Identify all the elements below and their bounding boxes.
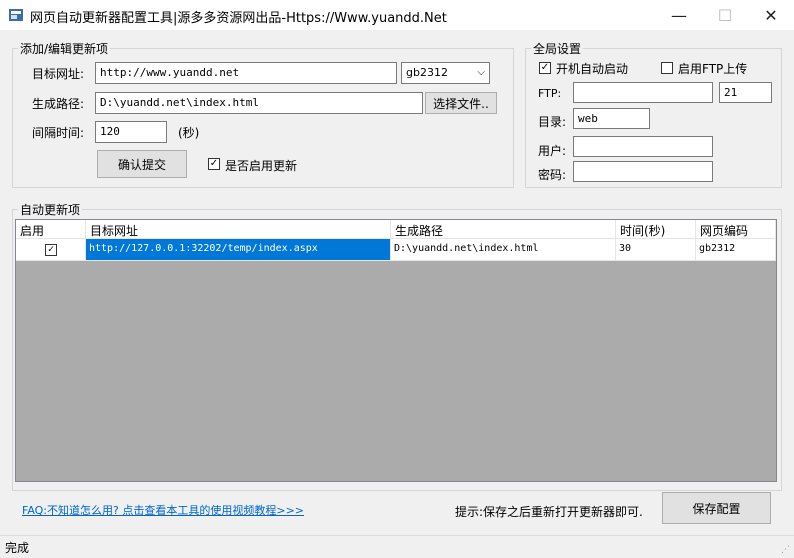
interval-unit-label: (秒) <box>178 126 200 140</box>
auto-update-title: 自动更新项 <box>18 201 83 218</box>
chevron-down-icon: ⌵ <box>477 67 485 78</box>
encoding-select-value: gb2312 <box>406 66 448 79</box>
check-icon: ✓ <box>47 244 55 255</box>
browse-file-button[interactable]: 选择文件.. <box>425 92 497 114</box>
column-header-path[interactable]: 生成路径 <box>391 220 616 239</box>
global-settings-title: 全局设置 <box>531 40 584 57</box>
status-text: 完成 <box>5 541 30 555</box>
ftp-upload-label: 启用FTP上传 <box>678 62 748 76</box>
row-path-cell[interactable]: D:\yuandd.net\index.html <box>391 239 616 261</box>
add-edit-group-title: 添加/编辑更新项 <box>18 40 111 57</box>
close-button[interactable]: ✕ <box>748 0 794 30</box>
update-items-grid[interactable]: 启用 目标网址 生成路径 时间(秒) 网页编码 ✓ http://127.0.0… <box>15 219 777 482</box>
encoding-select[interactable]: gb2312 ⌵ <box>401 62 490 84</box>
row-encoding-cell[interactable]: gb2312 <box>696 239 776 261</box>
status-bar: 完成 ⋰ <box>0 535 794 558</box>
target-url-label: 目标网址: <box>32 67 85 81</box>
title-bar: 网页自动更新器配置工具|源多多资源网出品-Https://Www.yuandd.… <box>0 0 794 30</box>
maximize-button[interactable]: ☐ <box>702 0 748 30</box>
target-url-input[interactable]: http://www.yuandd.net <box>95 62 397 84</box>
enable-update-checkbox[interactable]: ✓ <box>208 158 220 170</box>
password-input[interactable] <box>573 161 713 182</box>
output-path-label: 生成路径: <box>32 97 85 111</box>
ftp-upload-checkbox[interactable] <box>661 62 673 74</box>
save-hint-text: 提示:保存之后重新打开更新器即可. <box>455 505 643 519</box>
password-label: 密码: <box>538 168 567 182</box>
table-row[interactable]: ✓ <box>16 239 86 261</box>
autostart-label: 开机自动启动 <box>556 62 629 76</box>
column-header-encoding[interactable]: 网页编码 <box>696 220 776 239</box>
check-icon: ✓ <box>540 62 550 73</box>
enable-update-label: 是否启用更新 <box>225 159 298 173</box>
directory-input[interactable]: web <box>573 108 650 129</box>
output-path-input[interactable]: D:\yuandd.net\index.html <box>95 92 423 114</box>
column-header-interval[interactable]: 时间(秒) <box>616 220 696 239</box>
save-config-button[interactable]: 保存配置 <box>662 492 771 524</box>
row-enabled-checkbox[interactable]: ✓ <box>45 244 57 256</box>
app-icon <box>8 7 24 23</box>
directory-label: 目录: <box>538 115 567 129</box>
submit-button[interactable]: 确认提交 <box>97 150 187 178</box>
ftp-host-input[interactable] <box>573 82 713 103</box>
interval-input[interactable]: 120 <box>95 121 167 143</box>
window-title: 网页自动更新器配置工具|源多多资源网出品-Https://Www.yuandd.… <box>30 11 447 26</box>
user-label: 用户: <box>538 144 567 158</box>
user-input[interactable] <box>573 136 713 157</box>
column-header-enabled[interactable]: 启用 <box>16 220 86 239</box>
minimize-button[interactable]: — <box>656 0 702 30</box>
column-header-url[interactable]: 目标网址 <box>86 220 391 239</box>
resize-grip-icon[interactable]: ⋰ <box>781 546 790 555</box>
check-icon: ✓ <box>209 158 219 169</box>
ftp-port-input[interactable]: 21 <box>719 82 772 103</box>
ftp-label: FTP: <box>538 87 562 100</box>
faq-tutorial-link[interactable]: FAQ:不知道怎么用? 点击查看本工具的使用视频教程>>> <box>22 502 304 518</box>
autostart-checkbox[interactable]: ✓ <box>539 62 551 74</box>
row-interval-cell[interactable]: 30 <box>616 239 696 261</box>
interval-label: 间隔时间: <box>32 126 85 140</box>
row-url-cell[interactable]: http://127.0.0.1:32202/temp/index.aspx <box>86 239 391 261</box>
